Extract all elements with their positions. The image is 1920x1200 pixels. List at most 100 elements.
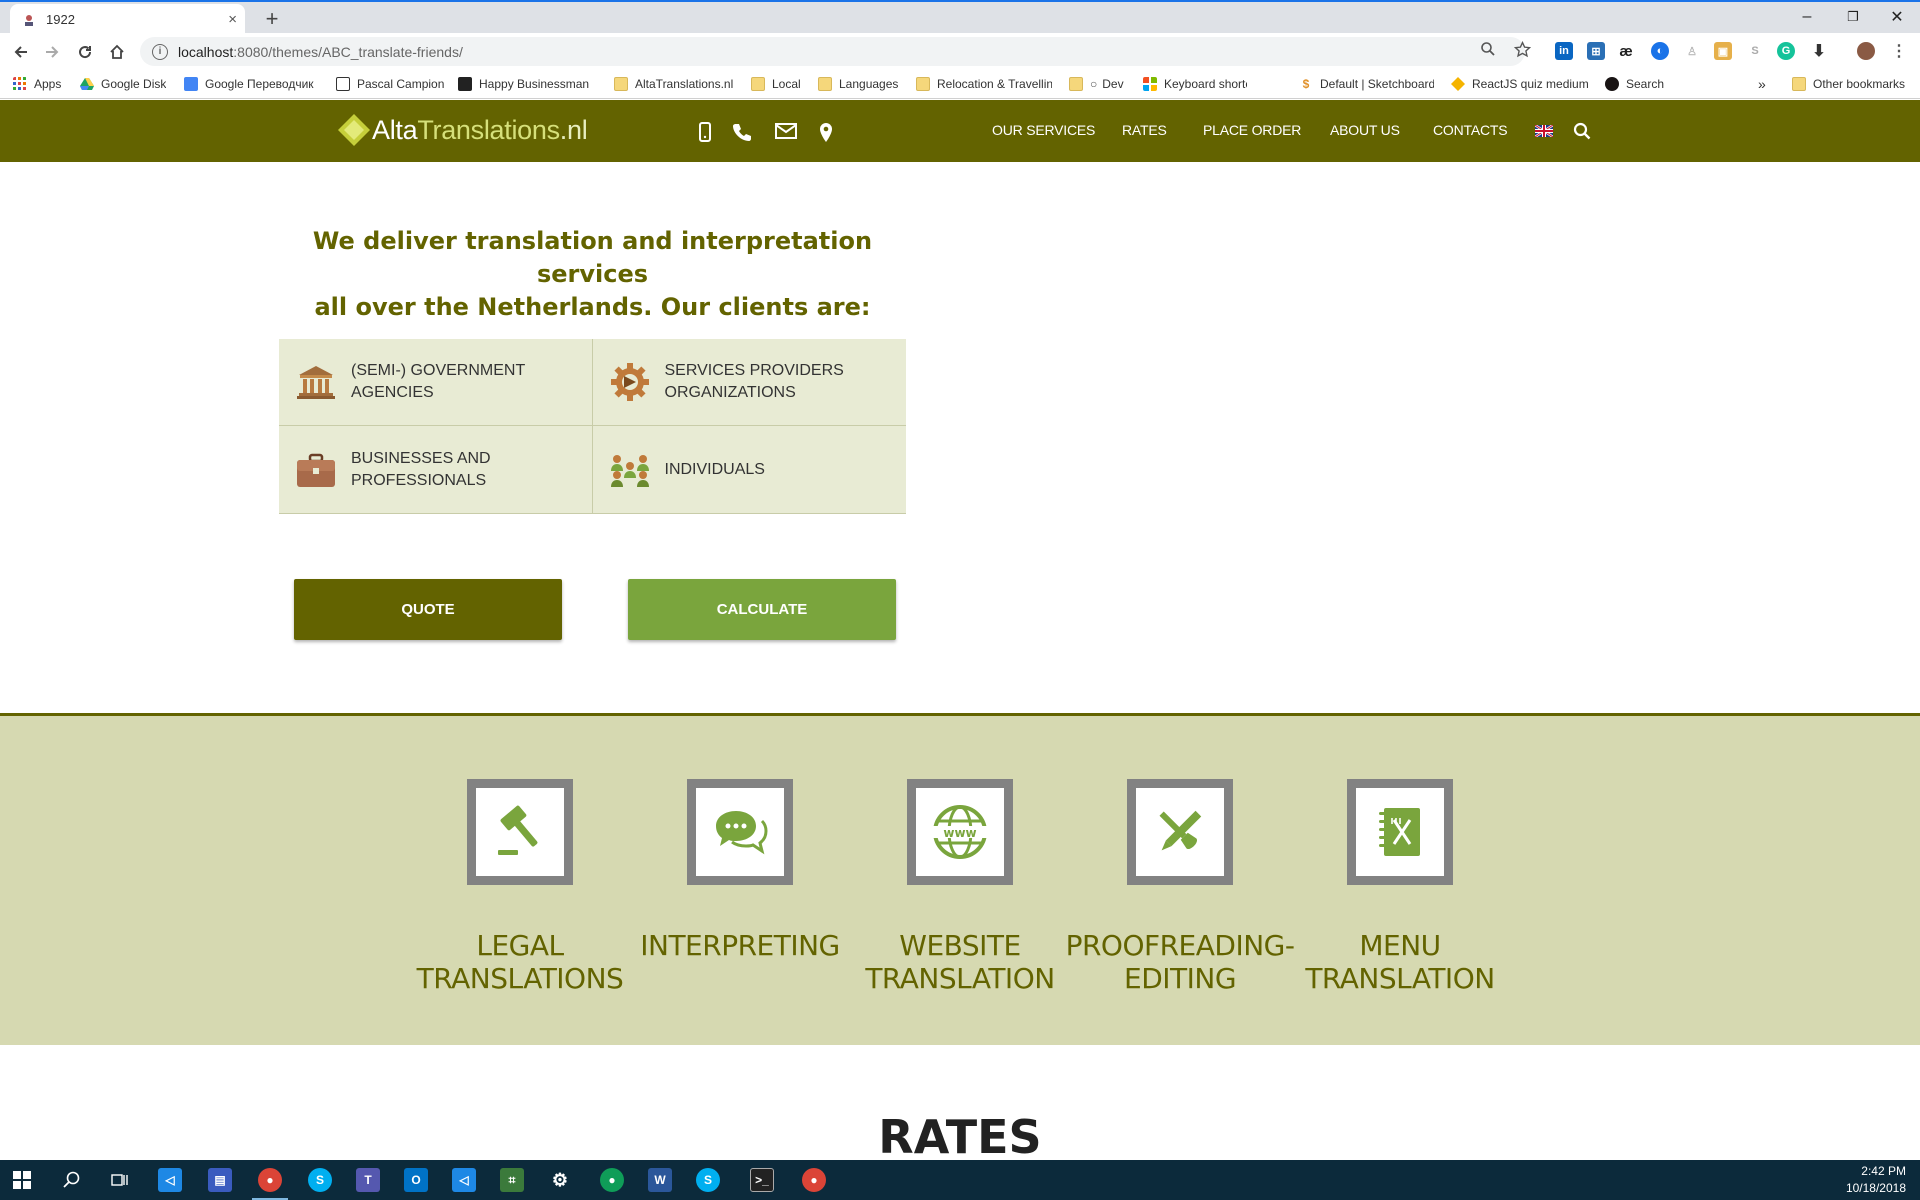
logo-text-alta: Alta — [372, 114, 418, 145]
client-label-line1: SERVICES PROVIDERS — [664, 362, 844, 379]
svg-text:www: www — [943, 826, 976, 840]
bookmark-altatranslations[interactable]: AltaTranslations.nl — [614, 75, 733, 93]
minimize-button[interactable]: – — [1784, 2, 1830, 32]
taskbar-search-button[interactable] — [50, 1164, 94, 1196]
bookmark-search[interactable]: Search — [1605, 75, 1664, 93]
location-pin-icon[interactable] — [818, 122, 834, 144]
linkedin-extension-icon[interactable]: in — [1555, 42, 1573, 60]
bookmark-site-icon — [336, 77, 350, 91]
home-button[interactable] — [104, 39, 130, 65]
bookmark-star-icon[interactable] — [1511, 38, 1533, 60]
gavel-icon — [498, 805, 538, 855]
taskbar-vscode-2[interactable]: ◁ — [442, 1164, 486, 1196]
other-bookmarks[interactable]: Other bookmarks — [1792, 75, 1905, 93]
service-icon-frame — [687, 779, 793, 885]
client-label-line1: (SEMI-) GOVERNMENT — [351, 362, 526, 379]
nav-place-order[interactable]: PLACE ORDER — [1203, 122, 1301, 138]
quote-button[interactable]: QUOTE — [294, 579, 562, 640]
folder-icon — [1792, 77, 1806, 91]
service-website-translation[interactable]: www WEBSITE TRANSLATION — [850, 779, 1070, 995]
folder-icon — [818, 77, 832, 91]
logo-text-tld: .nl — [559, 114, 588, 145]
extension-icon[interactable]: ⊞ — [1587, 42, 1605, 60]
bookmark-reactjs-quiz[interactable]: ReactJS quiz medium — [1451, 75, 1588, 93]
service-icon-frame — [1127, 779, 1233, 885]
browser-tab[interactable]: 1922 × — [10, 4, 245, 35]
nav-our-services[interactable]: OUR SERVICES — [992, 122, 1095, 138]
download-icon[interactable]: ⬇ — [1810, 42, 1828, 60]
service-legal-translations[interactable]: LEGAL TRANSLATIONS — [410, 779, 630, 995]
nav-contacts[interactable]: CONTACTS — [1433, 122, 1508, 138]
new-tab-button[interactable]: + — [258, 5, 286, 33]
browser-menu-icon[interactable]: ⋮ — [1890, 42, 1908, 60]
bookmark-pascal-campion[interactable]: Pascal Campion — [336, 75, 444, 93]
bookmark-sketchboard[interactable]: $ Default | Sketchboard — [1299, 75, 1434, 93]
taskbar-word[interactable]: W — [638, 1164, 682, 1196]
phone-icon[interactable] — [732, 122, 752, 142]
service-interpreting[interactable]: INTERPRETING — [630, 779, 850, 962]
profile-avatar[interactable] — [1857, 42, 1875, 60]
bookmark-apps[interactable]: Apps — [13, 75, 61, 93]
taskbar-app[interactable]: ▤ — [198, 1164, 242, 1196]
bookmark-google-disk[interactable]: Google Disk — [80, 75, 166, 93]
task-view-button[interactable] — [98, 1164, 142, 1196]
service-menu-translation[interactable]: MENU TRANSLATION — [1290, 779, 1510, 995]
taskbar-chrome[interactable]: ● — [248, 1164, 292, 1200]
address-bar[interactable]: i localhost:8080/themes/ABC_translate-fr… — [140, 37, 1525, 66]
skype-extension-icon[interactable]: S — [1746, 42, 1764, 60]
clients-grid: (SEMI-) GOVERNMENT AGENCIES SERVICES PRO… — [279, 339, 906, 514]
spotify-icon — [1605, 77, 1619, 91]
extension-icon[interactable]: ◐ — [1651, 42, 1669, 60]
browser-tab-strip: 1922 × + – ❐ ✕ — [0, 0, 1920, 35]
taskbar-outlook[interactable]: O — [394, 1164, 438, 1196]
system-clock[interactable]: 2:42 PM 10/18/2018 — [1846, 1163, 1906, 1197]
search-icon[interactable] — [1573, 122, 1591, 140]
taskbar-settings[interactable]: ⚙ — [538, 1164, 582, 1196]
reload-button[interactable] — [72, 39, 98, 65]
bookmarks-bar: Apps Google Disk Google Переводчик Pasca… — [0, 69, 1920, 99]
site-info-icon[interactable]: i — [152, 43, 168, 60]
bookmark-local[interactable]: Local — [751, 75, 801, 93]
extension-icon[interactable]: ♙ — [1683, 42, 1701, 60]
mobile-phone-icon[interactable] — [698, 122, 712, 142]
windows-taskbar: ◁ ▤ ● S T O ◁ ⌗ ⚙ ● W S >_ ● 2:42 PM 10/… — [0, 1160, 1920, 1200]
bookmark-relocation[interactable]: Relocation & Travellin — [916, 75, 1052, 93]
site-logo[interactable]: AltaTranslations.nl — [336, 112, 588, 148]
nav-rates[interactable]: RATES — [1122, 122, 1167, 138]
taskbar-teams[interactable]: T — [346, 1164, 390, 1196]
taskbar-skype-2[interactable]: S — [686, 1164, 730, 1196]
taskbar-vscode[interactable]: ◁ — [148, 1164, 192, 1196]
tab-close-icon[interactable]: × — [228, 11, 237, 28]
taskbar-terminal[interactable]: >_ — [740, 1164, 784, 1196]
taskbar-chrome-3[interactable]: ● — [792, 1164, 836, 1196]
bookmarks-overflow-button[interactable]: » — [1758, 75, 1766, 93]
taskbar-skype[interactable]: S — [298, 1164, 342, 1196]
menu-book-icon — [1379, 808, 1420, 856]
restore-button[interactable]: ❐ — [1830, 2, 1876, 32]
bookmark-languages[interactable]: Languages — [818, 75, 898, 93]
apps-grid-icon — [13, 77, 26, 90]
nav-about-us[interactable]: ABOUT US — [1330, 122, 1400, 138]
bookmark-happy-businessman[interactable]: Happy Businessman — [458, 75, 596, 93]
start-button[interactable] — [0, 1164, 44, 1196]
zoom-icon[interactable] — [1477, 38, 1499, 60]
teams-icon: T — [356, 1168, 380, 1192]
bookmark-keyboard-shortcuts[interactable]: Keyboard shortcuts f — [1143, 75, 1247, 93]
url-host: localhost — [178, 43, 234, 60]
uk-flag-icon[interactable] — [1535, 125, 1553, 137]
bookmark-google-translate[interactable]: Google Переводчик — [184, 75, 314, 93]
calculate-button[interactable]: CALCULATE — [628, 579, 896, 640]
ae-extension-icon[interactable]: æ — [1617, 42, 1635, 60]
close-window-button[interactable]: ✕ — [1874, 2, 1920, 32]
back-button[interactable] — [8, 39, 34, 65]
taskbar-chrome-2[interactable]: ● — [590, 1164, 634, 1196]
bookmark-dev[interactable]: ○ Dev — [1069, 75, 1124, 93]
service-proofreading-editing[interactable]: PROOFREADING- EDITING — [1066, 779, 1295, 995]
forward-button[interactable] — [39, 39, 65, 65]
service-icon-frame — [467, 779, 573, 885]
grammarly-extension-icon[interactable]: G — [1777, 42, 1795, 60]
taskbar-app[interactable]: ⌗ — [490, 1164, 534, 1196]
clock-date: 10/18/2018 — [1845, 1181, 1906, 1195]
extension-icon[interactable]: ▣ — [1714, 42, 1732, 60]
email-icon[interactable] — [775, 122, 797, 140]
